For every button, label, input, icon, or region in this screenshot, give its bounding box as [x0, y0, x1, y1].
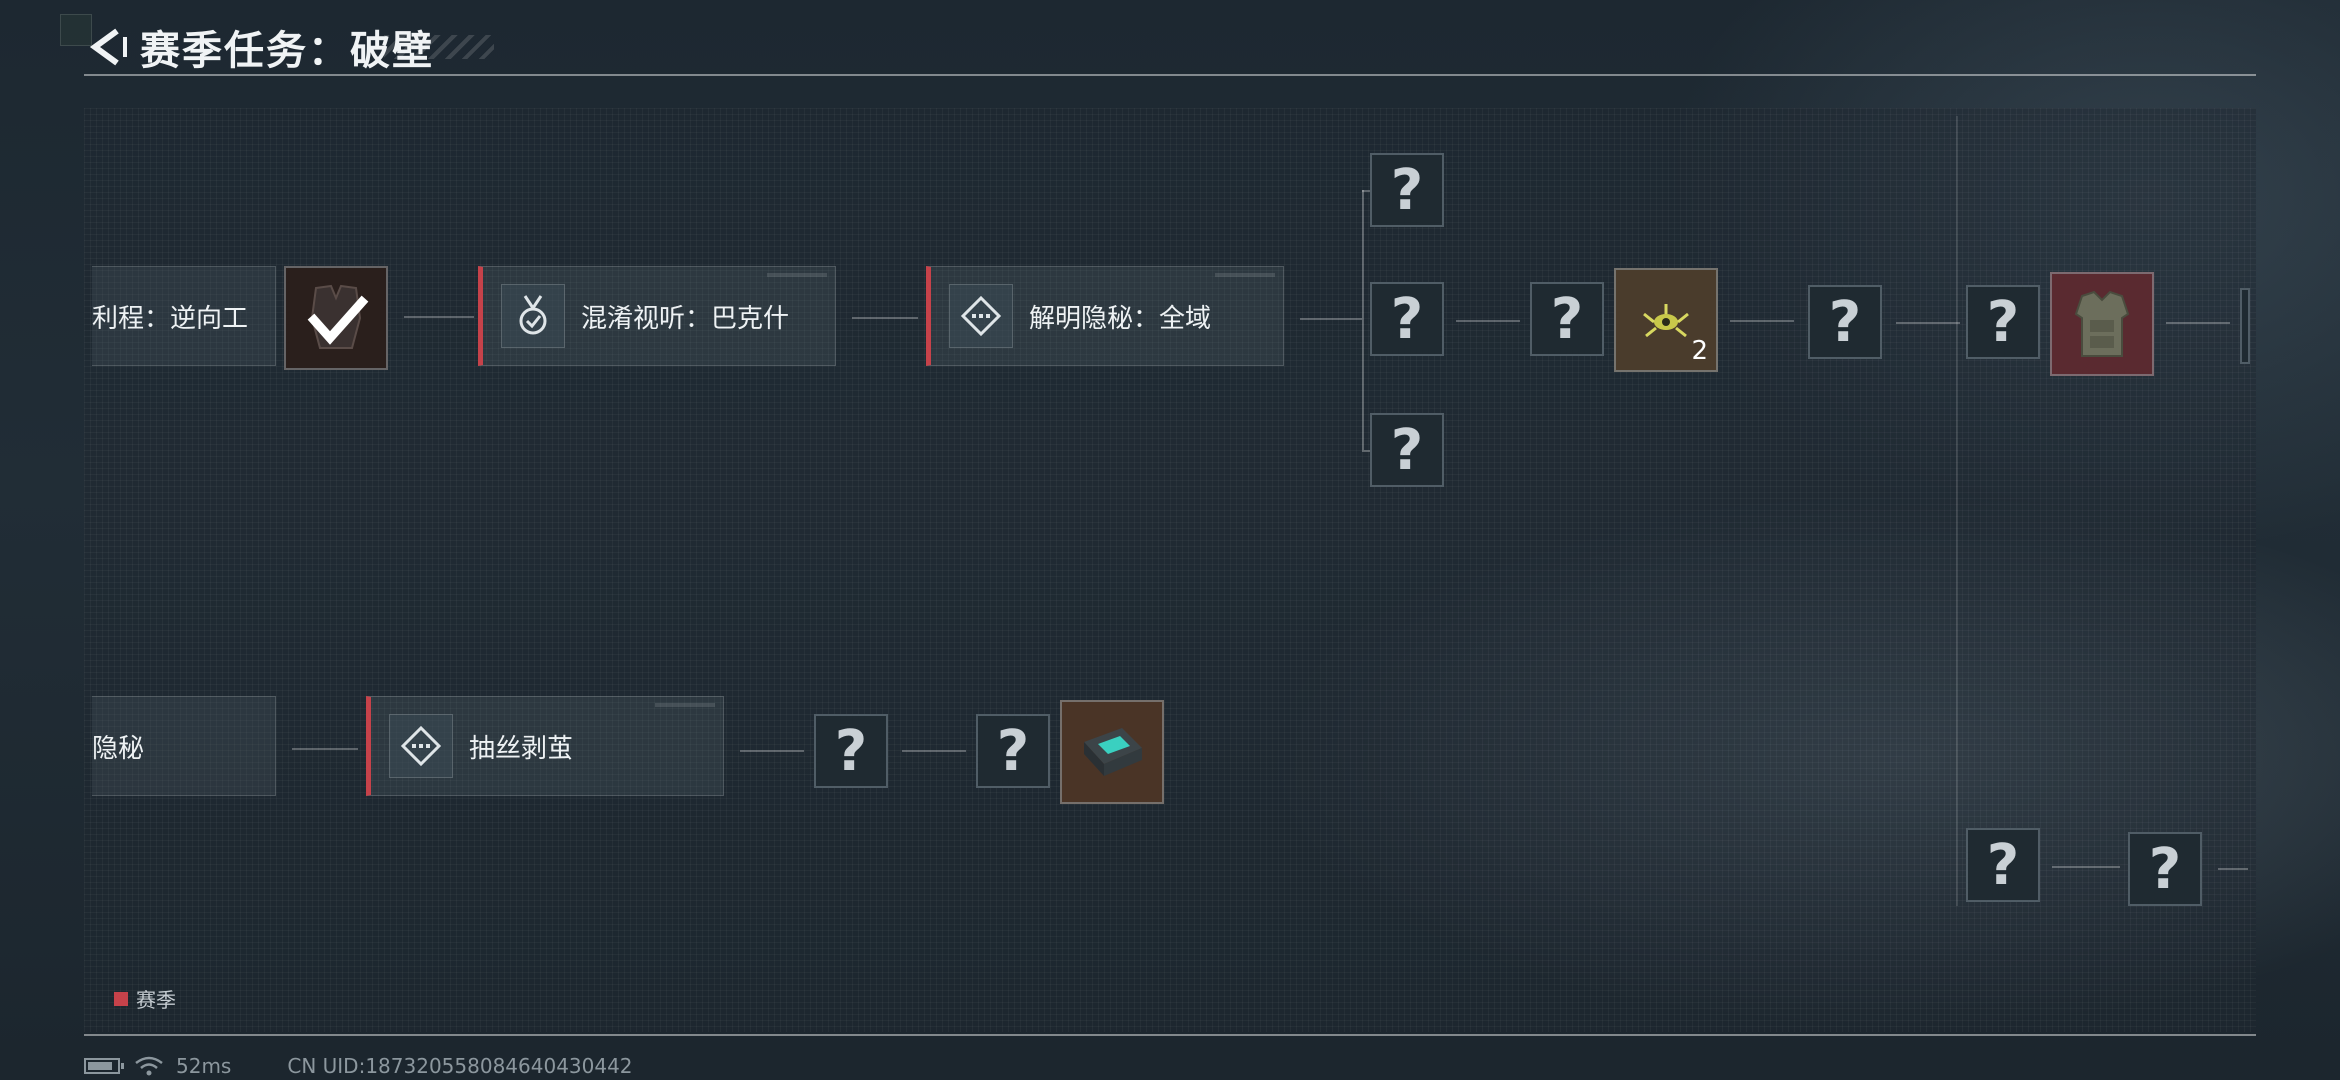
task-label: 混淆视听：巴克什	[581, 303, 790, 334]
unknown-reward[interactable]: ?	[1966, 285, 2040, 359]
footer-divider	[84, 1034, 2256, 1036]
back-arrow-icon	[89, 28, 127, 66]
panel-divider	[1956, 116, 1958, 906]
ping-value: 52ms	[176, 1054, 232, 1078]
unknown-reward[interactable]: ?	[2128, 832, 2202, 906]
connector	[292, 748, 358, 750]
diamond-dots-icon	[389, 714, 453, 778]
clipped-node	[2240, 288, 2250, 364]
task-label: 解明隐秘：全域	[1029, 303, 1212, 334]
task-node-reverse-engineering[interactable]: 利程：逆向工	[92, 266, 276, 366]
legend-swatch	[114, 991, 128, 1006]
connector	[1456, 320, 1520, 322]
connector	[902, 750, 966, 752]
unknown-reward[interactable]: ?	[1370, 153, 1444, 227]
legend: 赛季	[114, 984, 176, 1013]
battery-level	[88, 1062, 112, 1070]
connector	[740, 750, 804, 752]
task-label: 隐秘	[92, 733, 145, 764]
reward-grenade-item[interactable]: 2	[1614, 268, 1718, 372]
task-node-uncover-secrets[interactable]: 解明隐秘：全域	[926, 266, 1284, 366]
unknown-reward[interactable]: ?	[976, 714, 1050, 788]
unknown-reward[interactable]: ?	[1808, 285, 1882, 359]
reward-armor-vest[interactable]	[2050, 272, 2154, 376]
connector	[2218, 868, 2248, 870]
unknown-reward[interactable]: ?	[1966, 828, 2040, 902]
device-item-icon	[1084, 728, 1142, 776]
title-wrap: 赛季任务：破壁	[140, 25, 494, 74]
connector	[404, 316, 474, 318]
task-label: 抽丝剥茧	[469, 733, 574, 764]
task-label: 利程：逆向工	[92, 303, 249, 334]
legend-label: 赛季	[136, 988, 176, 1012]
task-decoration	[655, 703, 715, 707]
wifi-icon	[135, 1056, 163, 1076]
header: 赛季任务：破壁	[84, 22, 494, 74]
unknown-reward[interactable]: ?	[1530, 282, 1604, 356]
task-decoration	[767, 273, 827, 277]
connector	[1300, 318, 1362, 320]
branch-line	[1362, 190, 1364, 450]
user-uid: CN UID:187320558084640430442	[287, 1054, 633, 1078]
connector	[1896, 322, 1960, 324]
unknown-reward[interactable]: ?	[814, 714, 888, 788]
task-decoration	[1215, 273, 1275, 277]
reward-device-item[interactable]	[1060, 700, 1164, 804]
task-node-unravel[interactable]: 抽丝剥茧	[366, 696, 724, 796]
connector	[852, 317, 918, 319]
reward-completed-item[interactable]	[284, 266, 388, 370]
diamond-dots-icon	[949, 284, 1013, 348]
back-button[interactable]	[84, 24, 130, 70]
task-node-confusion[interactable]: 混淆视听：巴克什	[478, 266, 836, 366]
battery-icon	[84, 1058, 124, 1074]
page-title: 赛季任务：破壁	[140, 28, 434, 74]
medal-check-icon	[501, 284, 565, 348]
armor-vest-icon	[2074, 290, 2130, 357]
connector	[2052, 866, 2120, 868]
quest-map-panel	[84, 108, 2256, 1032]
connector	[1730, 320, 1794, 322]
status-bar: 52ms CN UID:187320558084640430442	[84, 1054, 633, 1078]
armor-item-icon	[307, 284, 369, 349]
unknown-reward[interactable]: ?	[1370, 413, 1444, 487]
connector	[2166, 322, 2230, 324]
unknown-reward[interactable]: ?	[1370, 282, 1444, 356]
reward-count: 2	[1691, 336, 1708, 366]
task-node-secrets[interactable]: 隐秘	[92, 696, 276, 796]
